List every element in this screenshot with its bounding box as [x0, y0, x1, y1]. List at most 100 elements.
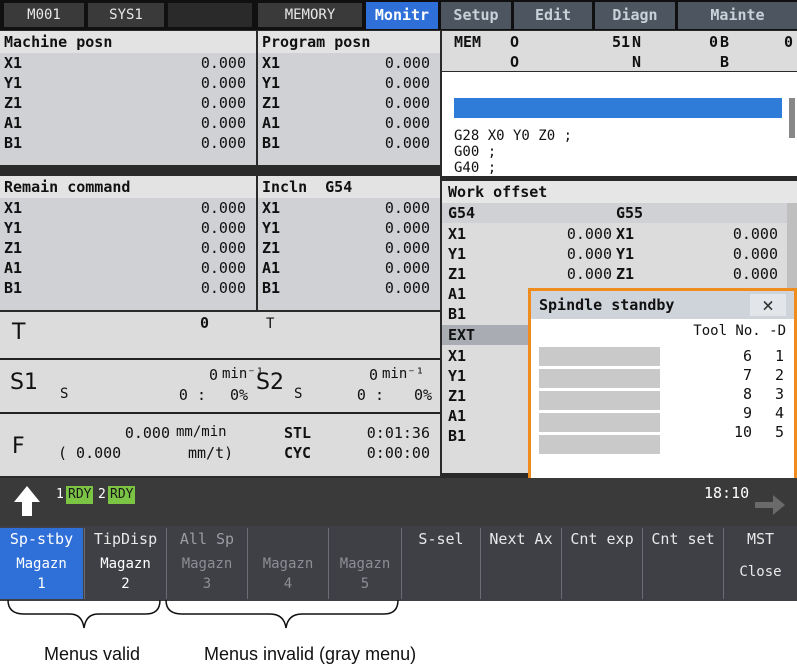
- axis-value: 0.000: [384, 134, 430, 152]
- list-item[interactable]: [539, 369, 660, 388]
- feed-sub-unit: mm/t): [188, 444, 234, 462]
- axis-label: A1: [4, 114, 23, 132]
- caption-menus-invalid: Menus invalid (gray menu): [204, 644, 417, 664]
- table-row: B1 0.000: [0, 133, 256, 153]
- scrollbar[interactable]: [789, 98, 795, 138]
- d-number: 1: [774, 347, 784, 365]
- cnc-screen: M001 SYS1 MEMORY Monitr Setup Edit Diagn…: [0, 0, 797, 601]
- tool-number: 7: [742, 366, 752, 384]
- tab-edit[interactable]: Edit: [514, 2, 592, 29]
- tab-setup[interactable]: Setup: [441, 2, 511, 29]
- axis-value: 0.000: [732, 265, 778, 283]
- axis-label: Z1: [262, 94, 281, 112]
- axis-value: 0.000: [384, 94, 430, 112]
- g55-label: G55: [616, 204, 644, 222]
- axis-value: 0.000: [200, 259, 246, 277]
- menu-key-top-label: [248, 528, 328, 550]
- table-row: B1 0.000: [0, 278, 256, 298]
- list-item[interactable]: [539, 435, 660, 454]
- menu-key-bottom-label: Magazn 1: [0, 550, 83, 599]
- menu-key-top-label: Sp-stby: [0, 528, 83, 550]
- arrow-up-icon[interactable]: [10, 482, 44, 522]
- table-row: Y1 0.000: [0, 218, 256, 238]
- s1-speed: 0: [208, 366, 218, 384]
- tool-label: T: [12, 320, 26, 345]
- remain-command-title: Remain command: [0, 176, 256, 198]
- list-item[interactable]: [539, 391, 660, 410]
- axis-label: Z1: [4, 94, 23, 112]
- tool-number: 8: [742, 385, 752, 403]
- menu-key-cnt-set[interactable]: Cnt set: [643, 528, 723, 599]
- axis-label: A1: [4, 259, 23, 277]
- axis-value: 0.000: [384, 74, 430, 92]
- menu-key-top-label: TipDisp: [93, 530, 158, 548]
- tab-mainte[interactable]: Mainte: [678, 2, 797, 29]
- axis-label: B1: [262, 134, 281, 152]
- menu-key-bottom-label: Magazn 5: [339, 556, 391, 592]
- table-row: A1 0.000: [0, 258, 256, 278]
- menu-key-top-label: MST: [746, 530, 775, 548]
- menu-key-magazn-5: Magazn 5: [329, 528, 401, 599]
- n-value: 0: [708, 33, 718, 51]
- d-number: 5: [774, 423, 784, 441]
- tab-diagn[interactable]: Diagn: [595, 2, 675, 29]
- axis-value: 0.000: [384, 259, 430, 277]
- system2-number: 2: [98, 486, 106, 504]
- stl-value: 0:01:36: [366, 424, 430, 442]
- menu-key-mst-close[interactable]: MST Close: [724, 528, 797, 599]
- list-item[interactable]: [539, 413, 660, 432]
- ext-label: EXT: [448, 326, 476, 344]
- menu-key-sp-stby[interactable]: Sp-stby Magazn 1: [0, 528, 83, 599]
- arrow-right-icon[interactable]: [753, 492, 787, 518]
- mode-indicator: M001: [4, 3, 84, 27]
- program-display[interactable]: G28 X0 Y0 Z0 ; G00 ; G40 ;: [442, 72, 797, 176]
- axis-label: A1: [262, 114, 281, 132]
- axis-label: Z1: [4, 239, 23, 257]
- list-item[interactable]: [539, 347, 660, 366]
- axis-label: Z1: [262, 239, 281, 257]
- tsf-panel: T 0 T S1 S 0 min⁻¹ 0 : 0% S2 S 0 min⁻¹ 0…: [0, 312, 440, 476]
- program-posn-panel: Program posn X1 0.000 Y1 0.000 Z1 0.000 A1 0…: [258, 31, 440, 165]
- n-label: N: [632, 33, 642, 51]
- n-label-2: N: [632, 53, 642, 71]
- menu-key-s-sel[interactable]: S-sel: [402, 528, 480, 599]
- feed-sub-value: ( 0.000: [58, 444, 122, 462]
- axis-value: 0.000: [566, 245, 612, 263]
- menu-key-top-label: [329, 528, 401, 550]
- spindle-standby-popup: Spindle standby × Tool No. -D 6 1 7 2 8 …: [528, 288, 797, 481]
- s2-percent: 0%: [413, 386, 432, 404]
- axis-value: 0.000: [566, 265, 612, 283]
- close-icon[interactable]: ×: [750, 294, 786, 316]
- axis-label: Y1: [4, 74, 23, 92]
- menu-brace-annotations: [7, 599, 399, 629]
- program-line: G00 ;: [454, 144, 497, 160]
- axis-value: 0.000: [200, 134, 246, 152]
- menu-key-bottom-label: [481, 550, 561, 599]
- axis-value: 0.000: [200, 239, 246, 257]
- system-indicator: SYS1: [88, 3, 164, 27]
- menu-key-top-label: Cnt set: [651, 530, 715, 548]
- program-line: G28 X0 Y0 Z0 ;: [454, 128, 573, 144]
- axis-label: A1: [448, 285, 467, 303]
- cyc-value: 0:00:00: [366, 444, 430, 462]
- table-row: Z1 0.000: [0, 238, 256, 258]
- menu-key-bottom-label: [402, 550, 480, 599]
- b-label-2: B: [720, 53, 730, 71]
- s1-label: S1: [10, 370, 38, 395]
- menu-key-tipdisp[interactable]: TipDisp Magazn 2: [85, 528, 166, 599]
- machine-posn-panel: Machine posn X1 0.000 Y1 0.000 Z1 0.000 A1 0…: [0, 31, 256, 165]
- axis-label: Y1: [448, 367, 467, 385]
- axis-value: 0.000: [200, 279, 246, 297]
- axis-value: 0.000: [200, 199, 246, 217]
- axis-label: X1: [448, 347, 467, 365]
- table-row: A1 0.000: [0, 113, 256, 133]
- s2-label: S2: [256, 370, 284, 395]
- table-row: B1 0.000: [258, 133, 440, 153]
- menu-key-next-ax[interactable]: Next Ax: [481, 528, 561, 599]
- tab-monitr[interactable]: Monitr: [366, 2, 438, 29]
- menu-key-cnt-exp[interactable]: Cnt exp: [562, 528, 642, 599]
- incln-label: Incln: [262, 178, 308, 196]
- feed-label: F: [12, 434, 25, 459]
- tool-number: 6: [742, 347, 752, 365]
- tool-number: 9: [742, 404, 752, 422]
